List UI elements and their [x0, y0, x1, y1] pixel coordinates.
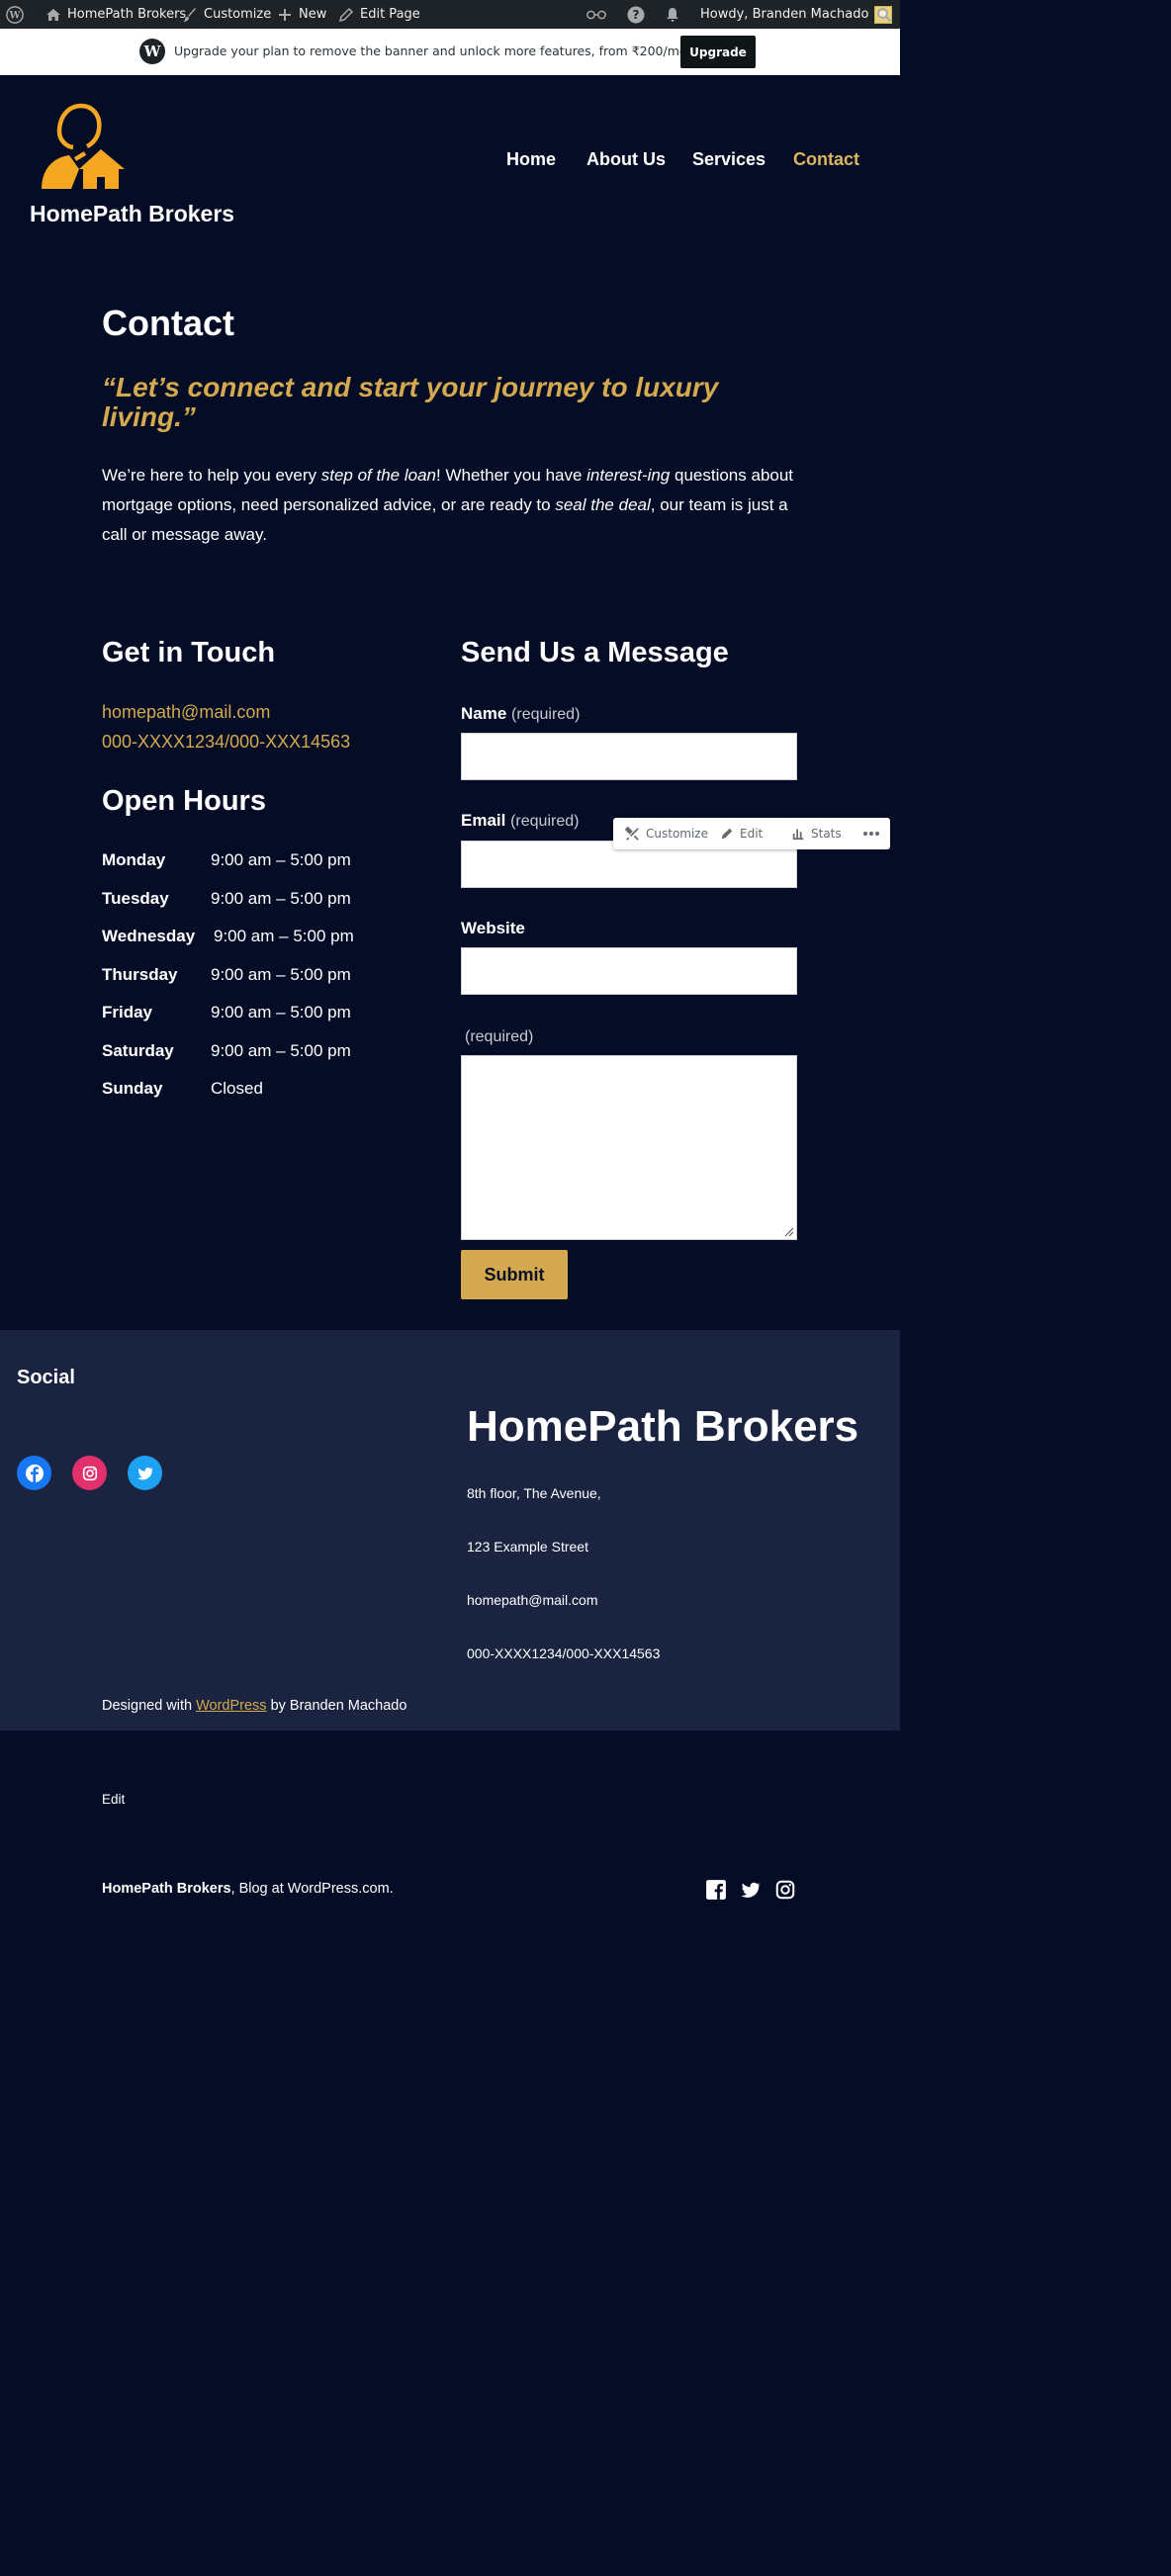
upgrade-message: Upgrade your plan to remove the banner a…: [174, 44, 708, 58]
bottom-footer-text: HomePath Brokers, Blog at WordPress.com.: [102, 1881, 394, 1897]
admin-bar: W HomePath Brokers Customize New Edit Pa…: [0, 0, 900, 29]
upgrade-button[interactable]: Upgrade: [680, 36, 756, 68]
home-icon: [46, 8, 60, 21]
admin-customize-link[interactable]: Customize: [182, 0, 271, 29]
nav-about-us[interactable]: About Us: [586, 149, 666, 170]
hours-day: Wednesday: [102, 927, 196, 945]
site-title[interactable]: HomePath Brokers: [30, 201, 234, 227]
footer-address-line-2: 123 Example Street: [467, 1539, 588, 1554]
footer-address-line-1: 8th floor, The Avenue,: [467, 1485, 601, 1501]
contact-email-link[interactable]: homepath@mail.com: [102, 702, 270, 723]
footer-email: homepath@mail.com: [467, 1592, 598, 1608]
float-edit-label: Edit: [740, 827, 764, 841]
instagram-icon[interactable]: [774, 1879, 796, 1901]
open-hours-heading: Open Hours: [102, 785, 266, 817]
admin-new-link[interactable]: New: [277, 0, 326, 29]
float-stats-label: Stats: [811, 827, 842, 841]
social-heading: Social: [17, 1367, 75, 1388]
nav-home[interactable]: Home: [506, 149, 556, 170]
admin-edit-page-label: Edit Page: [360, 7, 420, 22]
intro-paragraph: We’re here to help you every step of the…: [102, 466, 794, 544]
floating-admin-toolbar: Customize Edit Stats: [613, 818, 890, 849]
hours-time: 9:00 am – 5:00 pm: [211, 889, 351, 908]
float-customize-button[interactable]: Customize: [625, 818, 708, 849]
footer-brand: HomePath Brokers: [467, 1402, 859, 1451]
more-options-icon[interactable]: [862, 818, 880, 849]
upgrade-banner: Upgrade your plan to remove the banner a…: [0, 29, 900, 75]
hours-day: Thursday: [102, 965, 178, 984]
brush-icon: [183, 7, 196, 22]
nav-services[interactable]: Services: [692, 149, 766, 170]
instagram-icon[interactable]: [72, 1456, 107, 1490]
reader-icon[interactable]: [586, 0, 607, 29]
footer-phone: 000-XXXX1234/000-XXX14563: [467, 1645, 661, 1661]
footer-band: [0, 1330, 900, 1731]
search-icon[interactable]: [876, 0, 892, 29]
pencil-icon: [338, 7, 354, 22]
required-note: (required): [511, 706, 581, 723]
get-in-touch-heading: Get in Touch: [102, 637, 276, 668]
admin-edit-page-link[interactable]: Edit Page: [338, 0, 420, 29]
send-message-heading: Send Us a Message: [461, 637, 729, 668]
svg-text:W: W: [8, 10, 21, 21]
facebook-icon[interactable]: [705, 1879, 727, 1901]
admin-site-link[interactable]: HomePath Brokers: [45, 0, 186, 29]
contact-phone-link[interactable]: 000-XXXX1234/000-XXX14563: [102, 732, 350, 753]
page-title: Contact: [102, 303, 234, 343]
name-label: Name (required): [461, 704, 581, 723]
admin-site-name: HomePath Brokers: [67, 7, 187, 22]
submit-button[interactable]: Submit: [461, 1250, 568, 1299]
hours-day: Monday: [102, 850, 166, 869]
footer-credit: Designed with WordPress by Branden Macha…: [102, 1698, 407, 1714]
tools-icon: [625, 826, 639, 841]
hours-time: 9:00 am – 5:00 pm: [211, 1041, 351, 1060]
howdy-label: Howdy, Branden Machado: [700, 7, 869, 22]
page-quote: “Let’s connect and start your journey to…: [102, 372, 719, 432]
required-note: (required): [510, 813, 580, 830]
wordpress-logo-icon: [139, 39, 165, 64]
stats-icon: [792, 829, 804, 841]
wordpress-link[interactable]: WordPress: [196, 1698, 266, 1714]
right-gutter: [900, 0, 1171, 2576]
hours-time: Closed: [211, 1079, 263, 1098]
name-field[interactable]: [461, 733, 797, 780]
admin-account-menu[interactable]: Howdy, Branden Machado: [700, 0, 893, 29]
hours-time: 9:00 am – 5:00 pm: [211, 1003, 351, 1022]
website-field[interactable]: [461, 947, 797, 995]
hours-time: 9:00 am – 5:00 pm: [211, 965, 351, 984]
hours-day: Friday: [102, 1003, 153, 1022]
float-edit-button[interactable]: Edit: [720, 818, 763, 849]
required-note: (required): [465, 1028, 534, 1045]
hours-day: Sunday: [102, 1079, 163, 1098]
help-icon[interactable]: ?: [627, 0, 645, 29]
float-customize-label: Customize: [646, 827, 708, 841]
edit-link[interactable]: Edit: [102, 1792, 125, 1807]
page: W HomePath Brokers Customize New Edit Pa…: [0, 0, 900, 2576]
message-label: (required): [465, 1026, 533, 1046]
wordpress-icon[interactable]: W: [6, 0, 24, 29]
hours-day: Tuesday: [102, 889, 169, 908]
admin-customize-label: Customize: [204, 7, 272, 22]
svg-text:?: ?: [633, 8, 640, 22]
twitter-icon[interactable]: [128, 1456, 162, 1490]
admin-new-label: New: [299, 7, 327, 22]
nav-contact[interactable]: Contact: [793, 149, 859, 170]
bottom-brand-link[interactable]: HomePath Brokers: [102, 1881, 231, 1897]
site-logo[interactable]: [36, 100, 127, 191]
notifications-bell-icon[interactable]: [665, 0, 680, 29]
hours-day: Saturday: [102, 1041, 174, 1060]
hours-time: 9:00 am – 5:00 pm: [211, 850, 351, 869]
email-label: Email (required): [461, 811, 580, 830]
plus-icon: [279, 8, 291, 21]
resize-handle-icon[interactable]: [784, 1227, 794, 1237]
float-stats-button[interactable]: Stats: [791, 818, 842, 849]
hours-time: 9:00 am – 5:00 pm: [214, 927, 354, 945]
facebook-icon[interactable]: [17, 1456, 51, 1490]
pencil-icon: [721, 828, 733, 840]
message-textarea[interactable]: [461, 1055, 797, 1240]
twitter-icon[interactable]: [740, 1879, 762, 1901]
website-label: Website: [461, 919, 525, 937]
